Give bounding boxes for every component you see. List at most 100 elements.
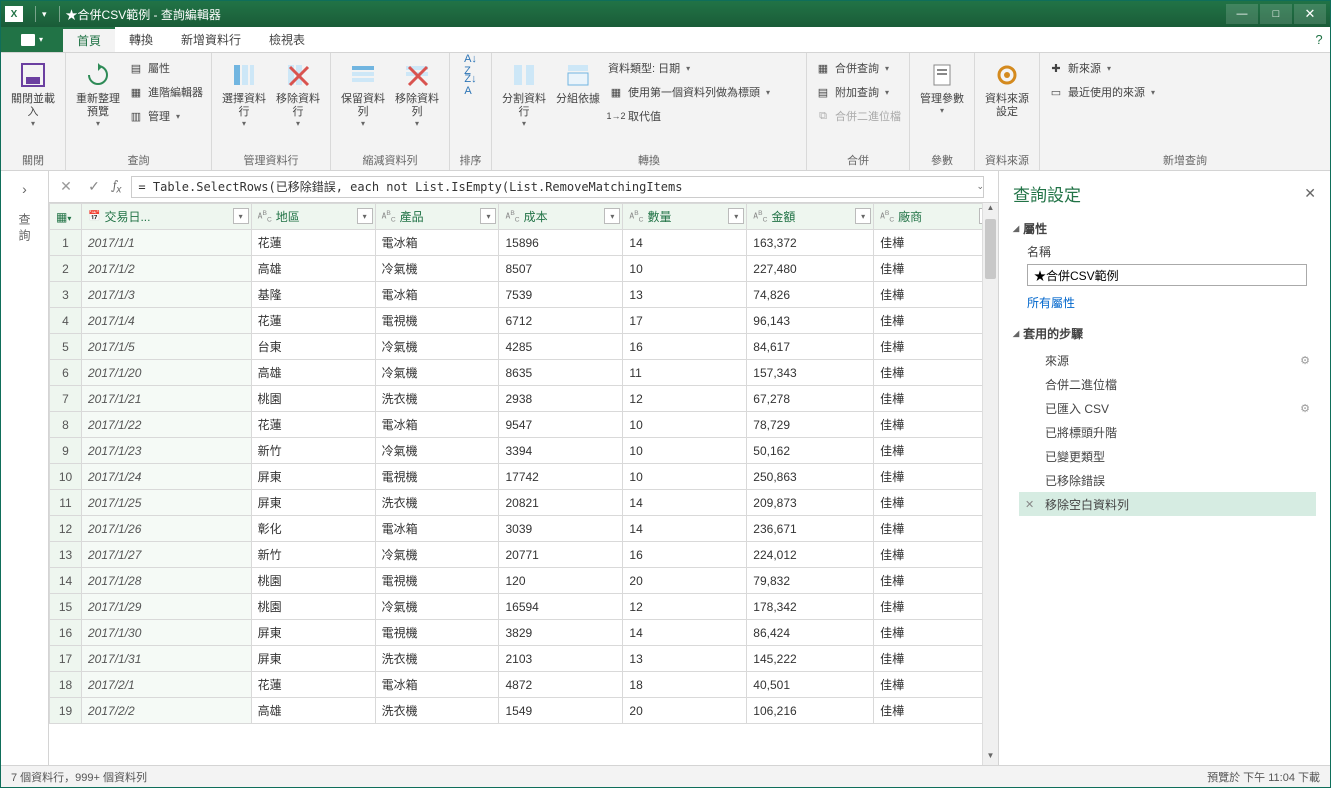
cell[interactable]: 洗衣機 bbox=[375, 386, 499, 412]
cell[interactable]: 新竹 bbox=[251, 542, 375, 568]
cell[interactable]: 8635 bbox=[499, 360, 623, 386]
cell[interactable]: 桃園 bbox=[251, 594, 375, 620]
cell[interactable]: 電視機 bbox=[375, 308, 499, 334]
cell[interactable]: 12 bbox=[623, 386, 747, 412]
manage-params-button[interactable]: 管理參數▾ bbox=[918, 57, 966, 115]
cell[interactable]: 11 bbox=[623, 360, 747, 386]
cell[interactable]: 20821 bbox=[499, 490, 623, 516]
cell[interactable]: 花蓮 bbox=[251, 230, 375, 256]
cell[interactable]: 冷氣機 bbox=[375, 542, 499, 568]
formula-expand-icon[interactable]: ⌄ bbox=[976, 181, 984, 192]
properties-button[interactable]: ▤屬性 bbox=[128, 57, 203, 79]
choose-columns-button[interactable]: 選擇資料行▾ bbox=[220, 57, 268, 128]
cell[interactable]: 佳樺 bbox=[874, 568, 998, 594]
filter-button[interactable]: ▾ bbox=[855, 208, 871, 224]
cell[interactable]: 2017/2/2 bbox=[82, 698, 252, 724]
cell[interactable]: 佳樺 bbox=[874, 386, 998, 412]
cell[interactable]: 佳樺 bbox=[874, 646, 998, 672]
keep-rows-button[interactable]: 保留資料列▾ bbox=[339, 57, 387, 128]
cell[interactable]: 12 bbox=[623, 594, 747, 620]
applied-step[interactable]: 來源⚙ bbox=[1019, 348, 1316, 372]
row-number[interactable]: 14 bbox=[50, 568, 82, 594]
cell[interactable]: 3394 bbox=[499, 438, 623, 464]
close-load-button[interactable]: 關閉並載入▾ bbox=[9, 57, 57, 128]
cell[interactable]: 106,216 bbox=[747, 698, 874, 724]
chevron-right-icon[interactable]: › bbox=[22, 181, 27, 197]
cell[interactable]: 16594 bbox=[499, 594, 623, 620]
cell[interactable]: 桃園 bbox=[251, 568, 375, 594]
cell[interactable]: 屏東 bbox=[251, 620, 375, 646]
cell[interactable]: 屏東 bbox=[251, 646, 375, 672]
table-row[interactable]: 52017/1/5台東冷氣機42851684,617佳樺 bbox=[50, 334, 998, 360]
cell[interactable]: 電冰箱 bbox=[375, 672, 499, 698]
cell[interactable]: 2017/1/31 bbox=[82, 646, 252, 672]
help-button[interactable]: ? bbox=[1308, 27, 1330, 52]
close-button[interactable]: ✕ bbox=[1294, 4, 1326, 24]
append-queries-button[interactable]: ▤附加查詢▾ bbox=[815, 81, 901, 103]
cell[interactable]: 120 bbox=[499, 568, 623, 594]
cell[interactable]: 20771 bbox=[499, 542, 623, 568]
cell[interactable]: 佳樺 bbox=[874, 594, 998, 620]
cell[interactable]: 8507 bbox=[499, 256, 623, 282]
cell[interactable]: 40,501 bbox=[747, 672, 874, 698]
cell[interactable]: 佳樺 bbox=[874, 516, 998, 542]
cell[interactable]: 3829 bbox=[499, 620, 623, 646]
table-row[interactable]: 192017/2/2高雄洗衣機154920106,216佳樺 bbox=[50, 698, 998, 724]
queries-nav[interactable]: › 查詢 bbox=[1, 171, 49, 765]
tab-addcolumn[interactable]: 新增資料行 bbox=[167, 27, 255, 52]
cell[interactable]: 佳樺 bbox=[874, 464, 998, 490]
cell[interactable]: 157,343 bbox=[747, 360, 874, 386]
cell[interactable]: 14 bbox=[623, 620, 747, 646]
cell[interactable]: 電冰箱 bbox=[375, 516, 499, 542]
tab-home[interactable]: 首頁 bbox=[63, 27, 115, 52]
applied-step[interactable]: 移除空白資料列✕ bbox=[1019, 492, 1316, 516]
table-row[interactable]: 152017/1/29桃園冷氣機1659412178,342佳樺 bbox=[50, 594, 998, 620]
cell[interactable]: 250,863 bbox=[747, 464, 874, 490]
cell[interactable]: 佳樺 bbox=[874, 282, 998, 308]
applied-step[interactable]: 合併二進位檔 bbox=[1019, 372, 1316, 396]
file-tab[interactable]: ▾ bbox=[1, 27, 63, 52]
cell[interactable]: 14 bbox=[623, 490, 747, 516]
cell[interactable]: 50,162 bbox=[747, 438, 874, 464]
cell[interactable]: 9547 bbox=[499, 412, 623, 438]
cell[interactable]: 227,480 bbox=[747, 256, 874, 282]
cell[interactable]: 2017/1/24 bbox=[82, 464, 252, 490]
remove-rows-button[interactable]: 移除資料列▾ bbox=[393, 57, 441, 128]
maximize-button[interactable]: □ bbox=[1260, 4, 1292, 24]
cell[interactable]: 10 bbox=[623, 412, 747, 438]
scroll-up-icon[interactable]: ▲ bbox=[983, 203, 998, 217]
cell[interactable]: 花蓮 bbox=[251, 412, 375, 438]
table-row[interactable]: 182017/2/1花蓮電冰箱48721840,501佳樺 bbox=[50, 672, 998, 698]
cell[interactable]: 桃園 bbox=[251, 386, 375, 412]
cell[interactable]: 10 bbox=[623, 464, 747, 490]
cell[interactable]: 新竹 bbox=[251, 438, 375, 464]
table-row[interactable]: 42017/1/4花蓮電視機67121796,143佳樺 bbox=[50, 308, 998, 334]
row-number[interactable]: 7 bbox=[50, 386, 82, 412]
table-row[interactable]: 102017/1/24屏東電視機1774210250,863佳樺 bbox=[50, 464, 998, 490]
cell[interactable]: 86,424 bbox=[747, 620, 874, 646]
cell[interactable]: 15896 bbox=[499, 230, 623, 256]
cell[interactable]: 2017/1/5 bbox=[82, 334, 252, 360]
sort-desc-button[interactable]: Z↓A bbox=[463, 77, 479, 93]
cell[interactable]: 2103 bbox=[499, 646, 623, 672]
data-source-settings-button[interactable]: 資料來源設定 bbox=[983, 57, 1031, 119]
cell[interactable]: 2017/1/30 bbox=[82, 620, 252, 646]
cell[interactable]: 20 bbox=[623, 698, 747, 724]
applied-step[interactable]: 已將標頭升階 bbox=[1019, 420, 1316, 444]
cell[interactable]: 2017/2/1 bbox=[82, 672, 252, 698]
cell[interactable]: 2017/1/28 bbox=[82, 568, 252, 594]
row-number[interactable]: 6 bbox=[50, 360, 82, 386]
cell[interactable]: 2017/1/2 bbox=[82, 256, 252, 282]
scroll-thumb[interactable] bbox=[985, 219, 996, 279]
applied-step[interactable]: 已變更類型 bbox=[1019, 444, 1316, 468]
cell[interactable]: 78,729 bbox=[747, 412, 874, 438]
fx-icon[interactable]: fx bbox=[113, 178, 121, 195]
cell[interactable]: 2017/1/26 bbox=[82, 516, 252, 542]
row-number[interactable]: 13 bbox=[50, 542, 82, 568]
select-all-corner[interactable]: ▦▾ bbox=[50, 204, 82, 230]
cell[interactable]: 224,012 bbox=[747, 542, 874, 568]
applied-steps-header[interactable]: ◢套用的步驟 bbox=[1013, 325, 1316, 342]
column-header[interactable]: ABC廠商▾ bbox=[874, 204, 998, 230]
row-number[interactable]: 9 bbox=[50, 438, 82, 464]
applied-step[interactable]: 已匯入 CSV⚙ bbox=[1019, 396, 1316, 420]
